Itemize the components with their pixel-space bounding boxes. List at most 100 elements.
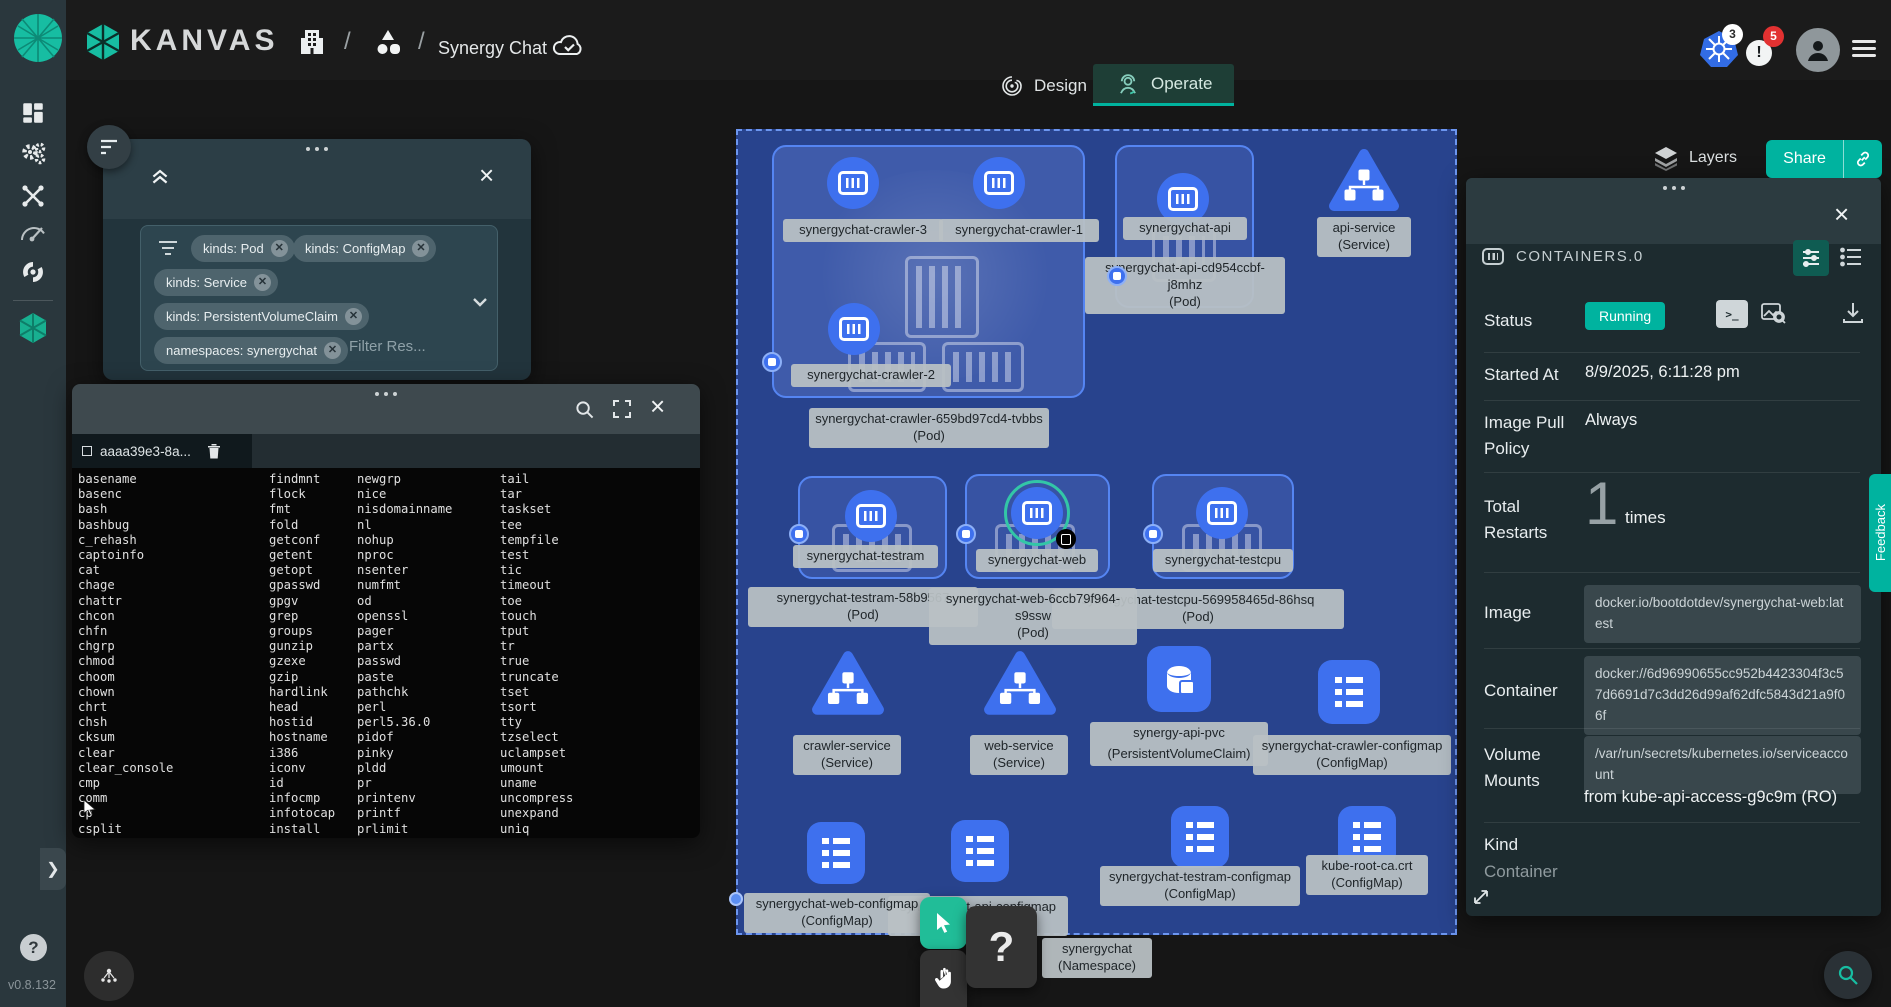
remove-chip-icon[interactable]: ✕	[412, 240, 429, 257]
workspace-icon[interactable]	[370, 24, 406, 65]
node-label[interactable]: api-service(Service)	[1317, 217, 1411, 257]
drag-handle-icon[interactable]	[293, 147, 341, 151]
remove-chip-icon[interactable]: ✕	[345, 308, 362, 325]
zoom-button[interactable]	[1824, 951, 1872, 999]
pod-name-label[interactable]: synergychat-web-6ccb79f964-s9ssw(Pod)	[929, 588, 1137, 645]
select-mode-button[interactable]	[920, 897, 967, 949]
configmap-icon-crawler[interactable]	[1318, 660, 1380, 724]
namespace-label[interactable]: synergychat(Namespace)	[1042, 938, 1152, 978]
node-label[interactable]: synergychat-testram-configmap(ConfigMap)	[1100, 866, 1300, 906]
container-icon-crawler-1[interactable]	[973, 157, 1025, 209]
avatar[interactable]	[1796, 28, 1840, 72]
list-view-icon[interactable]	[1840, 247, 1862, 272]
feedback-tab[interactable]: Feedback	[1869, 474, 1891, 592]
pvc-icon[interactable]	[1147, 646, 1211, 712]
node-label[interactable]: synergy-api-pvc(PersistentVolumeClaim)	[1090, 722, 1268, 766]
open-terminal-icon[interactable]: >_	[1716, 300, 1748, 328]
filter-menu-button[interactable]	[87, 125, 131, 169]
service-icon-web-service[interactable]	[982, 650, 1058, 723]
filter-chip[interactable]: kinds: Pod✕	[191, 235, 295, 262]
expand-panel-icon[interactable]	[1472, 888, 1490, 911]
service-icon-api-service[interactable]	[1327, 148, 1401, 219]
share-button[interactable]: Share	[1766, 140, 1882, 178]
download-logs-icon[interactable]	[1842, 301, 1864, 330]
sidebar-item-extensions[interactable]	[0, 258, 66, 286]
container-icon-crawler-3[interactable]	[827, 157, 879, 209]
pod-badge-icon	[956, 524, 976, 544]
filter-input-box[interactable]: kinds: Pod✕ kinds: ConfigMap✕ kinds: Ser…	[140, 225, 498, 371]
drag-handle-icon[interactable]	[362, 392, 410, 396]
tab-operate[interactable]: Operate	[1093, 64, 1234, 106]
trash-icon[interactable]	[207, 443, 221, 459]
node-label[interactable]: crawler-service(Service)	[793, 735, 901, 775]
menu-icon[interactable]	[1852, 36, 1876, 61]
container-action-badge-icon[interactable]	[1056, 529, 1076, 549]
drag-handle-icon[interactable]	[1650, 186, 1698, 190]
configmap-icon-web[interactable]	[807, 822, 865, 884]
filter-icon	[157, 239, 179, 262]
kind-label: Kind	[1484, 832, 1580, 858]
container-value[interactable]: docker://6d96990655cc952b4423304f3c57d66…	[1584, 656, 1861, 735]
filter-chip[interactable]: namespaces: synergychat✕	[154, 337, 348, 364]
node-label[interactable]: synergychat-crawler-configmap(ConfigMap)	[1253, 735, 1451, 775]
organization-icon[interactable]	[297, 28, 327, 61]
terminal-command: pinky	[357, 746, 452, 761]
service-icon-crawler-service[interactable]	[810, 650, 886, 723]
node-label[interactable]: synergychat-testcpu	[1153, 549, 1293, 572]
pan-mode-button[interactable]	[920, 950, 967, 1007]
remove-chip-icon[interactable]: ✕	[271, 240, 288, 257]
configmap-icon-testram[interactable]	[1171, 806, 1229, 868]
tab-design[interactable]: Design	[1000, 74, 1087, 98]
sidebar-item-dashboard[interactable]	[0, 100, 66, 126]
container-icon-testram[interactable]	[845, 490, 897, 542]
config-view-button[interactable]	[1793, 240, 1829, 276]
close-icon[interactable]: ×	[1834, 204, 1849, 224]
container-icon-crawler-2[interactable]	[828, 303, 880, 355]
sidebar-item-kanvas-active[interactable]	[0, 312, 66, 344]
copy-link-icon[interactable]	[1844, 150, 1882, 168]
close-icon[interactable]: ×	[650, 396, 665, 416]
relationship-view-button[interactable]	[84, 951, 134, 1001]
container-icon-testcpu[interactable]	[1196, 487, 1248, 539]
sidebar-expand-button[interactable]: ❯	[40, 848, 66, 890]
configmap-icon-api[interactable]	[951, 820, 1009, 882]
fullscreen-icon[interactable]	[613, 400, 631, 423]
collapse-icon[interactable]	[149, 167, 171, 190]
close-icon[interactable]: ×	[479, 165, 494, 185]
node-label[interactable]: synergychat-crawler-2	[791, 364, 951, 387]
help-mode-button[interactable]: ?	[966, 906, 1037, 988]
node-label[interactable]: synergychat-web-configmap(ConfigMap)	[744, 893, 930, 933]
image-value[interactable]: docker.io/bootdotdev/synergychat-web:lat…	[1584, 585, 1861, 643]
terminal-command: taskset	[500, 502, 573, 517]
filter-chip[interactable]: kinds: Service✕	[154, 269, 278, 296]
pod-name-label[interactable]: synergychat-crawler-659bd97cd4-tvbbs(Pod…	[809, 408, 1049, 448]
image-inspect-icon[interactable]	[1760, 300, 1786, 331]
chevron-down-icon[interactable]	[473, 294, 487, 312]
selection-handle[interactable]	[729, 892, 743, 906]
node-label[interactable]: synergychat-testram	[793, 545, 938, 568]
search-icon[interactable]	[575, 400, 594, 424]
terminal-tab[interactable]: aaaa39e3-8a...	[72, 434, 252, 468]
help-icon[interactable]: ?	[20, 934, 47, 961]
kanvas-logo-icon[interactable]	[84, 23, 122, 66]
volume-mounts-value[interactable]: /var/run/secrets/kubernetes.io/serviceac…	[1584, 736, 1861, 794]
sidebar-item-performance[interactable]	[0, 222, 66, 244]
node-label[interactable]: kube-root-ca.crt(ConfigMap)	[1306, 855, 1428, 895]
node-label[interactable]: web-service(Service)	[970, 735, 1068, 775]
node-label[interactable]: synergychat-web	[976, 549, 1098, 572]
remove-chip-icon[interactable]: ✕	[254, 274, 271, 291]
details-title: CONTAINERS.0	[1516, 248, 1644, 265]
sidebar-item-lifecycle[interactable]	[0, 140, 66, 168]
filter-chip[interactable]: kinds: ConfigMap✕	[293, 235, 436, 262]
terminal-command: tempfile	[500, 533, 573, 548]
layers-control[interactable]: Layers	[1653, 145, 1737, 171]
node-label[interactable]: synergychat-crawler-1	[939, 219, 1099, 242]
node-label[interactable]: synergychat-crawler-3	[783, 219, 943, 242]
filter-chip[interactable]: kinds: PersistentVolumeClaim✕	[154, 303, 369, 330]
remove-chip-icon[interactable]: ✕	[324, 342, 341, 359]
sidebar-item-toolkit[interactable]	[0, 182, 66, 210]
breadcrumb-project-name[interactable]: Synergy Chat	[438, 38, 547, 59]
layer5-logo[interactable]	[13, 13, 63, 68]
filter-resources-input[interactable]	[349, 338, 469, 355]
node-label[interactable]: synergychat-api	[1123, 217, 1247, 240]
